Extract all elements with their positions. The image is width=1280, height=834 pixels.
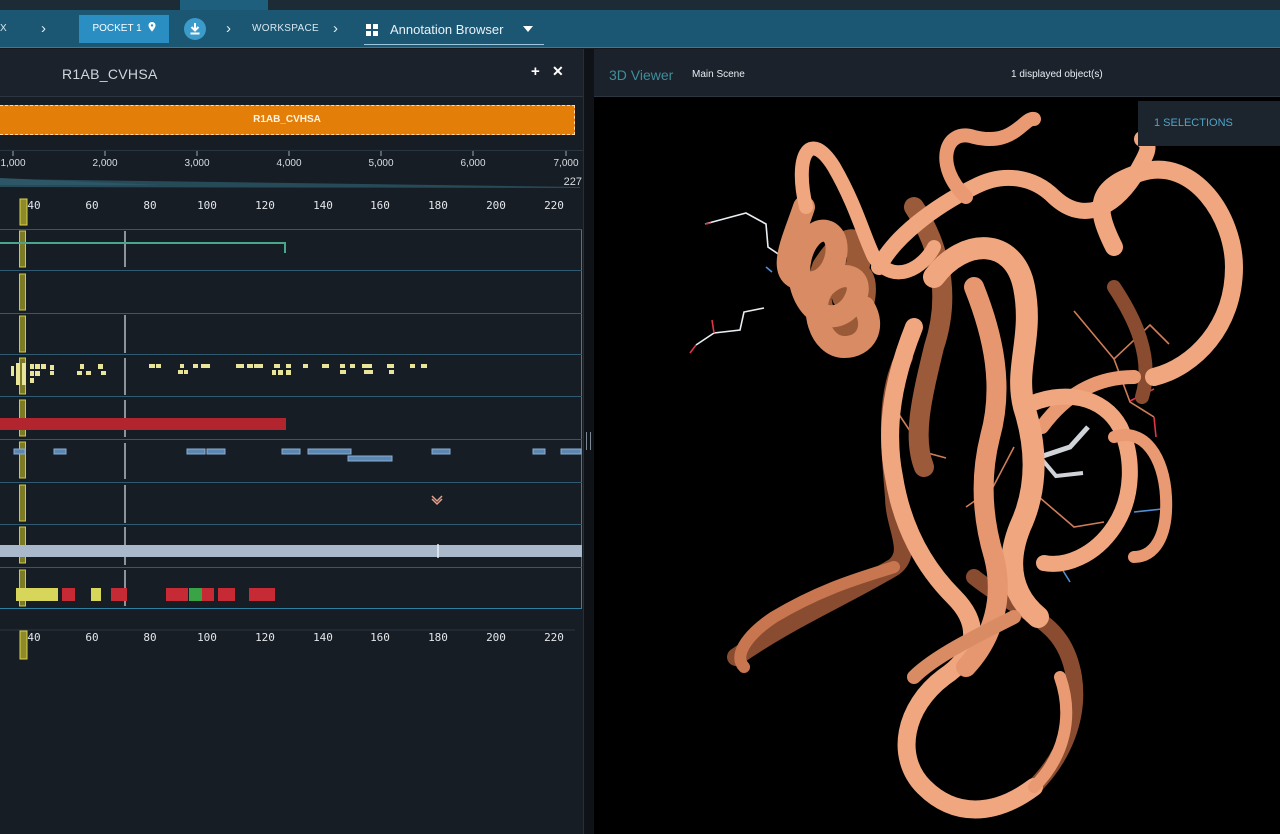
zoom-tick: 100 xyxy=(197,199,217,212)
chevron-right-icon: › xyxy=(41,20,46,37)
overview-tick: 7,000 xyxy=(553,158,578,169)
bottom-tick: 120 xyxy=(255,631,275,644)
feature-tracks xyxy=(0,229,582,609)
highlight-marker xyxy=(19,315,26,353)
download-button[interactable] xyxy=(184,18,206,40)
chevron-right-icon: › xyxy=(226,20,231,37)
variant-features[interactable] xyxy=(16,588,275,601)
overview-tick: 5,000 xyxy=(368,158,393,169)
overview-tick: 4,000 xyxy=(276,158,301,169)
zoom-tick: 60 xyxy=(85,199,98,212)
top-strip xyxy=(0,0,1280,10)
viewer-header: 3D Viewer Main Scene 1 displayed object(… xyxy=(594,49,1280,97)
overview-tick: 6,000 xyxy=(460,158,485,169)
expand-chevron-icon[interactable] xyxy=(431,495,443,506)
zoom-tick: 180 xyxy=(428,199,448,212)
breadcrumb-workspace[interactable]: WORKSPACE xyxy=(252,10,319,48)
zoom-tick: 200 xyxy=(486,199,506,212)
view-select-value: Annotation Browser xyxy=(390,22,504,37)
chain-feature[interactable] xyxy=(0,242,286,253)
displayed-count: 1 displayed object(s) xyxy=(1011,69,1103,80)
caret-down-icon xyxy=(523,26,533,32)
panel-header: R1AB_CVHSA + ✕ xyxy=(0,49,583,97)
domain-features[interactable] xyxy=(13,448,582,462)
zoom-tick: 140 xyxy=(313,199,333,212)
annotation-panel: R1AB_CVHSA + ✕ R1AB_CVHSA 1,000 2,000 3,… xyxy=(0,49,583,834)
viewer-panel: 3D Viewer Main Scene 1 displayed object(… xyxy=(594,49,1280,834)
region-feature[interactable] xyxy=(0,418,286,430)
bottom-tick: 100 xyxy=(197,631,217,644)
zoom-ruler: 40 60 80 100 120 140 160 180 200 220 xyxy=(19,198,564,226)
overview-tick: 2,000 xyxy=(92,158,117,169)
overview-tick: 1,000 xyxy=(0,158,25,169)
bottom-tick: 140 xyxy=(313,631,333,644)
overview-end-label: 227 xyxy=(564,176,582,188)
track-features xyxy=(0,230,582,607)
highlight-marker xyxy=(19,484,26,522)
scene-label[interactable]: Main Scene xyxy=(692,69,745,80)
bottom-tick: 180 xyxy=(428,631,448,644)
zoom-tick: 80 xyxy=(143,199,156,212)
overview-tick: 3,000 xyxy=(184,158,209,169)
bottom-tick: 220 xyxy=(544,631,564,644)
breadcrumb-item-cut[interactable]: X xyxy=(0,10,7,48)
close-icon[interactable]: ✕ xyxy=(552,63,564,80)
bottom-tick: 200 xyxy=(486,631,506,644)
bottom-tick: 40 xyxy=(27,631,40,644)
highlight-marker xyxy=(19,230,26,268)
view-select[interactable]: Annotation Browser xyxy=(364,15,544,45)
selections-button[interactable]: 1 SELECTIONS xyxy=(1138,101,1280,146)
bottom-tick: 80 xyxy=(143,631,156,644)
zoom-tick: 120 xyxy=(255,199,275,212)
grid-icon xyxy=(366,24,378,36)
bottom-tick: 60 xyxy=(85,631,98,644)
sequence-bar[interactable] xyxy=(0,545,582,557)
map-pin-icon xyxy=(148,22,156,32)
molecule-canvas[interactable] xyxy=(594,97,1280,834)
residue-features[interactable] xyxy=(11,363,427,385)
active-tab-indicator xyxy=(180,0,268,10)
pocket-button[interactable]: POCKET 1 xyxy=(79,15,169,43)
download-icon xyxy=(190,23,200,35)
zoom-tick: 160 xyxy=(370,199,390,212)
breadcrumb-bar: X › POCKET 1 › WORKSPACE › Annotation Br… xyxy=(0,10,1280,48)
highlight-marker xyxy=(19,273,26,311)
chevron-right-icon: › xyxy=(333,20,338,37)
highlight-marker xyxy=(19,441,26,479)
pocket-label: POCKET 1 xyxy=(92,23,142,34)
add-icon[interactable]: + xyxy=(531,63,540,80)
panel-title: R1AB_CVHSA xyxy=(62,66,158,82)
viewer-title: 3D Viewer xyxy=(609,67,674,83)
bottom-ruler: 40 60 80 100 120 140 160 180 200 220 xyxy=(0,629,575,660)
zoom-tick: 220 xyxy=(544,199,564,212)
protein-bar[interactable]: R1AB_CVHSA xyxy=(0,105,575,135)
zoom-tick: 40 xyxy=(27,199,40,212)
resize-handle-icon[interactable] xyxy=(586,432,591,450)
bottom-tick: 160 xyxy=(370,631,390,644)
overview-ruler: 1,000 2,000 3,000 4,000 5,000 6,000 7,00… xyxy=(0,150,583,188)
